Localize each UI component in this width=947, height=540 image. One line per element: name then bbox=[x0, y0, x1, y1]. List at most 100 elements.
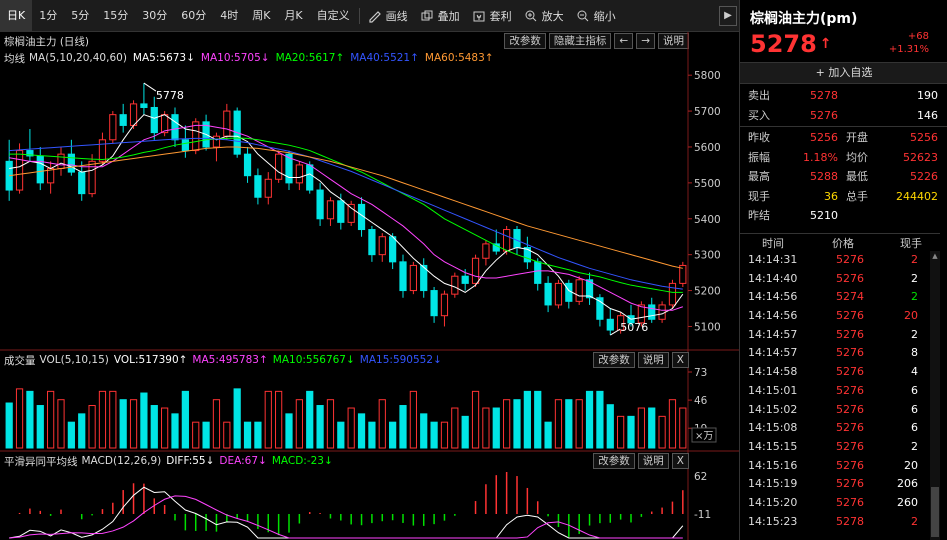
candle-body bbox=[430, 290, 438, 317]
volume-bar bbox=[440, 421, 449, 449]
tick-volume: 260 bbox=[897, 495, 918, 509]
candle-body bbox=[337, 200, 345, 223]
tick-price: 5276 bbox=[836, 495, 864, 509]
volume-bar bbox=[150, 405, 158, 449]
tick-scrollbar[interactable]: ▲ bbox=[930, 251, 940, 540]
macd-pane-header: 平滑异同平均线 MACD(12,26,9) DIFF:55↓ DEA:67↓ MAC… bbox=[0, 452, 739, 470]
scroll-thumb[interactable] bbox=[931, 487, 939, 537]
zoom-out-icon bbox=[577, 10, 589, 21]
candle-body bbox=[347, 203, 355, 223]
buy-label: 买入 bbox=[748, 108, 770, 122]
candle-body bbox=[67, 153, 75, 173]
sell-label: 卖出 bbox=[748, 89, 770, 102]
period-tab-2[interactable]: 5分 bbox=[64, 0, 96, 32]
volume-bar bbox=[254, 421, 262, 449]
y-tick-label: 5200 bbox=[694, 286, 721, 298]
volume-bar bbox=[264, 390, 272, 449]
vol-value-3: MA15:590552↓ bbox=[359, 354, 442, 366]
tick-price: 5276 bbox=[836, 327, 864, 341]
tick-time: 14:14:57 bbox=[748, 327, 798, 341]
period-tab-8[interactable]: 月K bbox=[277, 0, 309, 32]
volume-bar bbox=[212, 399, 221, 449]
vol-button-0[interactable]: 改参数 bbox=[593, 352, 635, 368]
stats-row-2: 最高 5288 最低 5226 bbox=[740, 167, 947, 187]
tool-label: 叠加 bbox=[437, 9, 460, 23]
tick-price: 5276 bbox=[836, 421, 864, 435]
stats-row-1: 振幅 1.18% 均价 52623 bbox=[740, 148, 947, 168]
scroll-up-icon[interactable]: ▲ bbox=[930, 251, 940, 261]
tick-time: 14:14:58 bbox=[748, 365, 798, 379]
stats-row-3: 现手 36 总手 244402 bbox=[740, 187, 947, 207]
macd-button-2[interactable]: X bbox=[671, 453, 689, 469]
tick-time: 14:14:56 bbox=[748, 290, 798, 304]
tick-row: 14:15:15 5276 2 bbox=[740, 438, 940, 457]
macd-value-2: MACD:-23↓ bbox=[271, 455, 333, 467]
volume-bar bbox=[57, 399, 65, 449]
stats-value: 5288 bbox=[810, 170, 838, 183]
vol-button-1[interactable]: 说明 bbox=[637, 352, 669, 368]
period-tab-4[interactable]: 30分 bbox=[135, 0, 174, 32]
buy-volume: 146 bbox=[917, 108, 938, 122]
add-favorite-button[interactable]: + 加入自选 bbox=[740, 62, 947, 84]
macd-tick-label: -11 bbox=[694, 509, 711, 521]
chart-area[interactable]: 棕榈油主力 (日线) 改参数 隐藏主指标 ← → 说明 均线 MA(5,10,20,40… bbox=[0, 32, 739, 540]
pencil-icon bbox=[369, 10, 381, 23]
period-tab-0[interactable]: 日K bbox=[0, 0, 33, 32]
candle-body bbox=[440, 293, 449, 317]
tick-time: 14:15:15 bbox=[748, 439, 798, 453]
period-tab-1[interactable]: 1分 bbox=[32, 0, 64, 32]
candle-body bbox=[171, 114, 179, 141]
volume-bar bbox=[5, 402, 13, 449]
tool-button-1[interactable]: 叠加 bbox=[414, 0, 466, 32]
vol-pane-header: 成交量 VOL(5,10,15) VOL:517390↑ MA5:495783↑ M… bbox=[0, 351, 739, 369]
volume-bar bbox=[140, 392, 148, 449]
vol-pane-buttons: 改参数 说明 X bbox=[590, 352, 689, 368]
stats-value: 5226 bbox=[910, 170, 938, 183]
tick-list[interactable]: 14:14:31 5276 2 14:14:40 5276 2 14:14:56 5274 2 1… bbox=[740, 251, 940, 531]
tick-price: 5276 bbox=[836, 477, 864, 491]
period-tab-3[interactable]: 15分 bbox=[96, 0, 135, 32]
volume-bar bbox=[88, 405, 96, 449]
tick-row: 14:15:01 5276 6 bbox=[740, 382, 940, 401]
tool-button-0[interactable]: 画线 bbox=[362, 0, 414, 32]
tick-volume: 20 bbox=[904, 309, 918, 323]
candle-body bbox=[565, 282, 573, 302]
candle-body bbox=[212, 135, 221, 148]
sell-price: 5278 bbox=[810, 89, 838, 102]
tick-volume: 6 bbox=[911, 421, 918, 435]
period-tab-5[interactable]: 60分 bbox=[174, 0, 213, 32]
volume-bar bbox=[409, 390, 417, 449]
tick-price: 5276 bbox=[836, 271, 864, 285]
volume-bar bbox=[389, 421, 397, 449]
candle-body bbox=[409, 264, 417, 292]
macd-button-1[interactable]: 说明 bbox=[637, 453, 669, 469]
macd-button-0[interactable]: 改参数 bbox=[593, 453, 635, 469]
tool-button-3[interactable]: 放大 bbox=[518, 0, 570, 32]
high-pointer bbox=[143, 82, 157, 92]
tool-button-4[interactable]: 缩小 bbox=[570, 0, 622, 32]
stats-label: 均价 bbox=[846, 150, 868, 164]
more-button[interactable]: ▶ bbox=[719, 6, 737, 26]
period-tab-9[interactable]: 自定义 bbox=[310, 0, 357, 32]
toolbar-divider bbox=[358, 7, 360, 24]
vol-button-2[interactable]: X bbox=[671, 352, 689, 368]
stats-value: 5256 bbox=[810, 131, 838, 144]
up-arrow-icon: ↑ bbox=[819, 36, 832, 52]
candle-body bbox=[295, 164, 303, 184]
period-tab-7[interactable]: 周K bbox=[245, 0, 277, 32]
volume-bar bbox=[637, 407, 645, 449]
ma-line-ma40 bbox=[9, 137, 683, 290]
volume-bar bbox=[627, 415, 635, 449]
stats-table: 昨收 5256 开盘 5256 振幅 1.18% 均价 52623 最高 5288 最低 5226 现手… bbox=[740, 128, 947, 226]
volume-bar bbox=[337, 421, 345, 449]
period-tab-6[interactable]: 4时 bbox=[213, 0, 245, 32]
low-label: 5076 bbox=[620, 321, 648, 334]
tick-header-time: 时间 bbox=[762, 237, 784, 250]
tool-button-2[interactable]: 套利 bbox=[466, 0, 518, 32]
volume-bar bbox=[606, 404, 614, 449]
ma-line-ma20 bbox=[9, 137, 683, 293]
candle-body bbox=[606, 318, 614, 331]
tick-price: 5276 bbox=[836, 383, 864, 397]
volume-bar bbox=[420, 413, 428, 449]
tick-time: 14:14:40 bbox=[748, 271, 798, 285]
